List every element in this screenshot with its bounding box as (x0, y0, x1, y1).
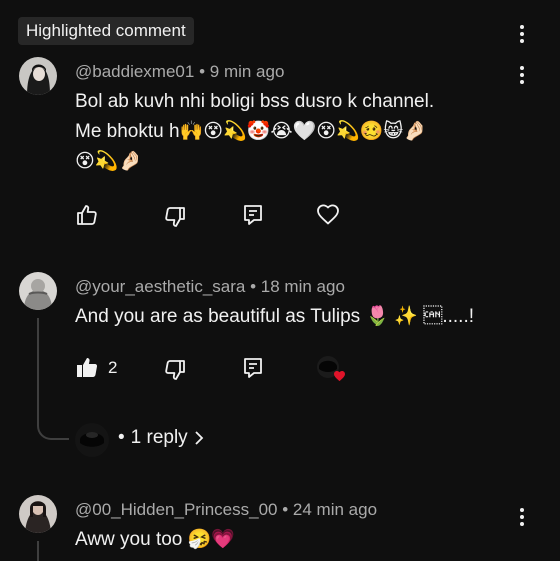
thread-connector (37, 318, 69, 440)
like-count: 2 (108, 358, 118, 377)
comment-author[interactable]: @your_aesthetic_sara (75, 277, 245, 296)
comment-text-line: Bol ab kuvh nhi boligi bss dusro k chann… (75, 91, 435, 112)
meta-separator: • (118, 427, 125, 448)
meta-separator: • (282, 500, 289, 519)
avatar[interactable] (19, 57, 57, 95)
comment-text: And you are as beautiful as Tulips 🌷 ✨ … (75, 302, 474, 332)
comment-time[interactable]: 24 min ago (293, 500, 377, 519)
meta-separator: • (199, 62, 206, 81)
header-more-icon[interactable] (510, 22, 534, 46)
reply-comment-icon[interactable] (240, 355, 266, 381)
heart-icon (334, 371, 345, 382)
thumbs-up-filled-icon (74, 355, 100, 381)
meta-separator: • (250, 277, 257, 296)
comment-item: @00_Hidden_Princess_00 • 24 min ago Aww … (0, 495, 560, 561)
avatar[interactable] (19, 495, 57, 533)
comment-meta: @your_aesthetic_sara • 18 min ago (75, 277, 345, 297)
comment-item: @your_aesthetic_sara • 18 min ago And yo… (0, 270, 560, 460)
thread-connector (37, 541, 39, 561)
replies-count-label: 1 reply (130, 427, 188, 448)
comment-text-line: Me bhoktu h🙌😵💫🤡😭🤍😵💫🥴😸🤌🏻 (75, 121, 427, 142)
comment-meta: @00_Hidden_Princess_00 • 24 min ago (75, 500, 377, 520)
thumbs-down-icon[interactable] (162, 204, 188, 230)
view-replies-button[interactable]: • 1 reply (118, 427, 204, 449)
comment-meta: @baddiexme01 • 9 min ago (75, 62, 284, 82)
comment-time[interactable]: 9 min ago (210, 62, 285, 81)
comment-text: Bol ab kuvh nhi boligi bss dusro k chann… (75, 87, 434, 177)
comment-more-icon[interactable] (510, 63, 534, 87)
reply-avatar[interactable] (74, 422, 110, 458)
comment-item: @baddiexme01 • 9 min ago Bol ab kuvh nhi… (0, 55, 560, 245)
reply-comment-icon[interactable] (240, 202, 266, 228)
chevron-right-icon (195, 431, 203, 445)
comment-text: Aww you too 🤧💗 (75, 525, 235, 555)
creator-heart-badge[interactable] (314, 352, 348, 386)
avatar[interactable] (19, 272, 57, 310)
comment-author[interactable]: @baddiexme01 (75, 62, 194, 81)
comment-text-line: Aww you too 🤧💗 (75, 529, 235, 550)
thumbs-up-icon[interactable] (74, 202, 100, 228)
highlighted-comment-chip: Highlighted comment (18, 17, 194, 45)
comment-author[interactable]: @00_Hidden_Princess_00 (75, 500, 278, 519)
comment-time[interactable]: 18 min ago (261, 277, 345, 296)
comment-text-line: 😵💫🤌🏻 (75, 151, 143, 172)
heart-icon[interactable] (315, 202, 341, 228)
like-button[interactable]: 2 (74, 355, 117, 381)
comment-more-icon[interactable] (510, 505, 534, 529)
thumbs-down-icon[interactable] (162, 357, 188, 383)
comment-text-line: And you are as beautiful as Tulips 🌷 ✨ … (75, 306, 474, 327)
highlighted-comment-label: Highlighted comment (26, 21, 186, 40)
